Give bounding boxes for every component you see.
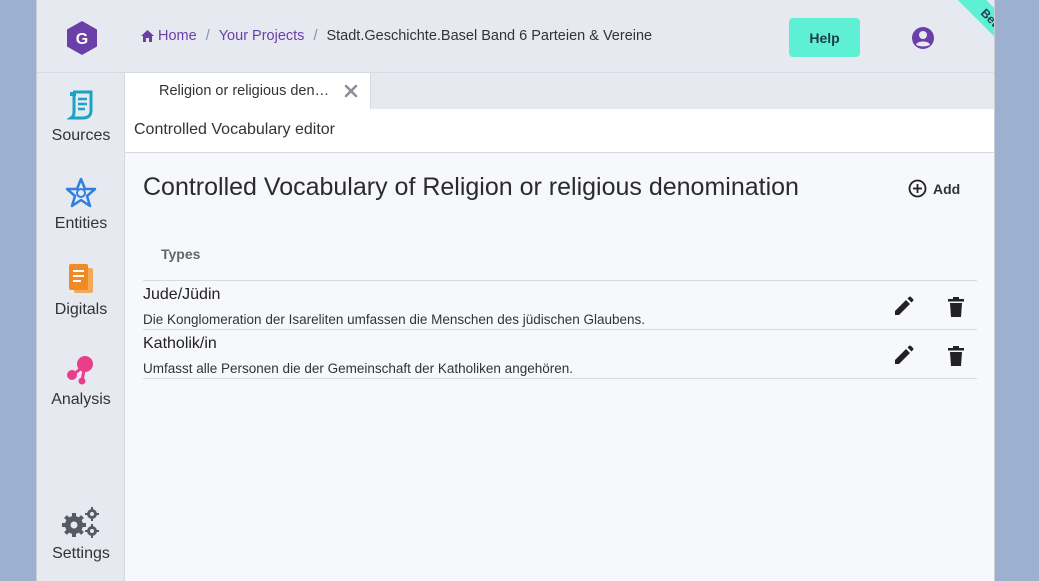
add-button[interactable]: Add [908, 179, 960, 198]
table-row: Jude/Jüdin Die Konglomeration der Isarel… [143, 281, 977, 330]
plus-circle-icon [908, 179, 927, 198]
column-header-types: Types [161, 246, 201, 262]
table-row: Katholik/in Umfasst alle Personen die de… [143, 330, 977, 379]
tab-religion-vocabulary[interactable]: Religion or religious den… [125, 73, 371, 109]
gears-icon [62, 507, 99, 538]
breadcrumb-separator: / [205, 28, 210, 44]
main-content: Controlled Vocabulary of Religion or rel… [125, 153, 994, 581]
network-icon [67, 356, 93, 385]
row-name: Jude/Jüdin [143, 286, 221, 303]
breadcrumb-separator: / [313, 28, 318, 44]
add-button-label: Add [933, 180, 961, 197]
scroll-icon [67, 90, 93, 120]
trash-icon[interactable] [947, 296, 965, 318]
sidebar-item-analysis[interactable]: Analysis [37, 353, 125, 409]
breadcrumb-home-link[interactable]: Home [158, 28, 197, 44]
help-button[interactable]: Help [789, 18, 860, 57]
row-description: Die Konglomeration der Isareliten umfass… [143, 312, 646, 327]
sidebar-item-entities[interactable]: Entities [37, 177, 125, 233]
edit-pencil-icon[interactable] [892, 345, 914, 367]
page-title: Controlled Vocabulary of Religion or rel… [143, 173, 799, 201]
tab-bar: Religion or religious den… [125, 73, 994, 109]
beta-ribbon: Beta [946, 0, 994, 66]
close-icon[interactable] [344, 84, 358, 98]
breadcrumb-projects-link[interactable]: Your Projects [219, 28, 305, 44]
row-name: Katholik/in [143, 335, 217, 352]
home-icon [141, 30, 154, 42]
sidebar-item-label: Digitals [54, 301, 108, 318]
sidebar: Sources Entities Digitals Analysis Setti… [37, 73, 125, 581]
row-description: Umfasst alle Personen die der Gemeinscha… [143, 361, 573, 376]
editor-subheader: Controlled Vocabulary editor [125, 109, 994, 153]
star-icon [65, 177, 97, 208]
top-header: G Home / Your Projects / Stadt.Geschicht… [37, 0, 994, 73]
vocabulary-table: Jude/Jüdin Die Konglomeration der Isarel… [143, 280, 977, 379]
trash-icon[interactable] [947, 345, 965, 367]
user-account-icon[interactable] [911, 26, 935, 50]
document-icon [69, 264, 93, 293]
breadcrumb: Home / Your Projects / Stadt.Geschichte.… [141, 28, 652, 44]
app-window: G Home / Your Projects / Stadt.Geschicht… [36, 0, 995, 581]
sidebar-item-label: Sources [51, 127, 111, 144]
tab-label: Religion or religious den… [159, 83, 330, 99]
sidebar-item-label: Entities [54, 215, 108, 232]
breadcrumb-current: Stadt.Geschichte.Basel Band 6 Parteien &… [326, 28, 653, 44]
sidebar-item-label: Settings [52, 545, 110, 562]
sidebar-item-label: Analysis [51, 391, 111, 408]
app-logo-icon[interactable]: G [65, 20, 99, 56]
svg-text:G: G [76, 31, 88, 48]
sidebar-item-sources[interactable]: Sources [37, 89, 125, 145]
sidebar-item-settings[interactable]: Settings [37, 505, 125, 563]
edit-pencil-icon[interactable] [892, 296, 914, 318]
sidebar-item-digitals[interactable]: Digitals [37, 263, 125, 319]
